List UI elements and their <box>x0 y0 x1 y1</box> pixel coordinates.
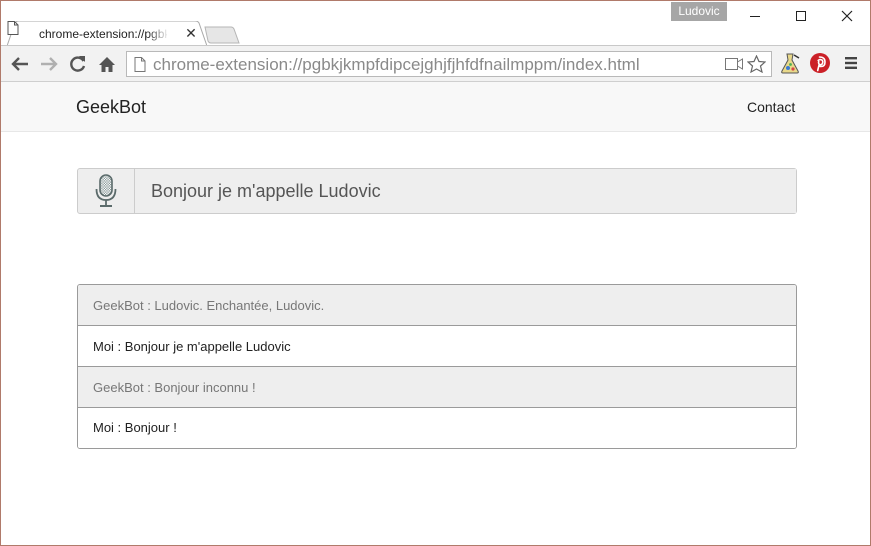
maximize-icon <box>796 11 806 21</box>
home-icon <box>99 56 115 72</box>
tab-title-fade <box>147 26 169 42</box>
address-bar[interactable]: chrome-extension://pgbkjkmpfdipcejghjfjh… <box>126 51 772 77</box>
chat-message-bot: GeekBot : Ludovic. Enchantée, Ludovic. <box>78 285 796 326</box>
back-button[interactable] <box>8 52 32 76</box>
title-bar: Ludovic chrome-extension://pgbkjkmpfdipc… <box>1 1 870 46</box>
tab-close-button[interactable]: ✕ <box>184 26 198 40</box>
maximize-button[interactable] <box>778 1 824 31</box>
contact-link[interactable]: Contact <box>747 98 795 116</box>
chat-message-bot: GeekBot : Bonjour inconnu ! <box>78 367 796 408</box>
chat-message-user: Moi : Bonjour ! <box>78 408 796 448</box>
pinterest-icon[interactable] <box>809 52 831 74</box>
minimize-icon <box>750 15 760 17</box>
reload-icon <box>70 56 86 72</box>
microphone-icon <box>95 174 117 207</box>
minimize-button[interactable] <box>732 1 778 31</box>
close-icon <box>841 10 853 22</box>
microphone-button[interactable] <box>78 169 135 213</box>
chat-message-user: Moi : Bonjour je m'appelle Ludovic <box>78 326 796 367</box>
bookmark-star-icon[interactable] <box>747 55 766 73</box>
profile-badge[interactable]: Ludovic <box>671 2 727 21</box>
close-window-button[interactable] <box>824 1 870 31</box>
home-button[interactable] <box>95 52 119 76</box>
new-tab-button[interactable] <box>204 26 240 44</box>
browser-toolbar: chrome-extension://pgbkjkmpfdipcejghjfjh… <box>1 45 870 82</box>
page-icon <box>134 57 146 72</box>
page-icon <box>7 21 19 35</box>
speech-input[interactable] <box>136 169 796 213</box>
browser-window: Ludovic chrome-extension://pgbkjkmpfdipc… <box>0 0 871 546</box>
menu-icon[interactable] <box>844 56 858 70</box>
forward-button[interactable] <box>37 52 61 76</box>
url-text[interactable]: chrome-extension://pgbkjkmpfdipcejghjfjh… <box>153 55 640 75</box>
conversation-list: GeekBot : Ludovic. Enchantée, Ludovic. M… <box>77 284 797 449</box>
brand-link[interactable]: GeekBot <box>76 96 146 118</box>
forward-arrow-icon <box>41 57 58 71</box>
back-arrow-icon <box>11 57 28 71</box>
reload-button[interactable] <box>66 52 90 76</box>
camera-icon[interactable] <box>725 58 743 70</box>
extension-icon[interactable] <box>779 52 801 74</box>
page-content: GeekBot Contact Bonjour je m'appelle Lud… <box>1 82 870 545</box>
browser-tab[interactable]: chrome-extension://pgbkjkmpfdipcejghjfjh… <box>7 21 207 46</box>
navbar: GeekBot Contact <box>1 82 870 132</box>
speech-input-group <box>77 168 797 214</box>
